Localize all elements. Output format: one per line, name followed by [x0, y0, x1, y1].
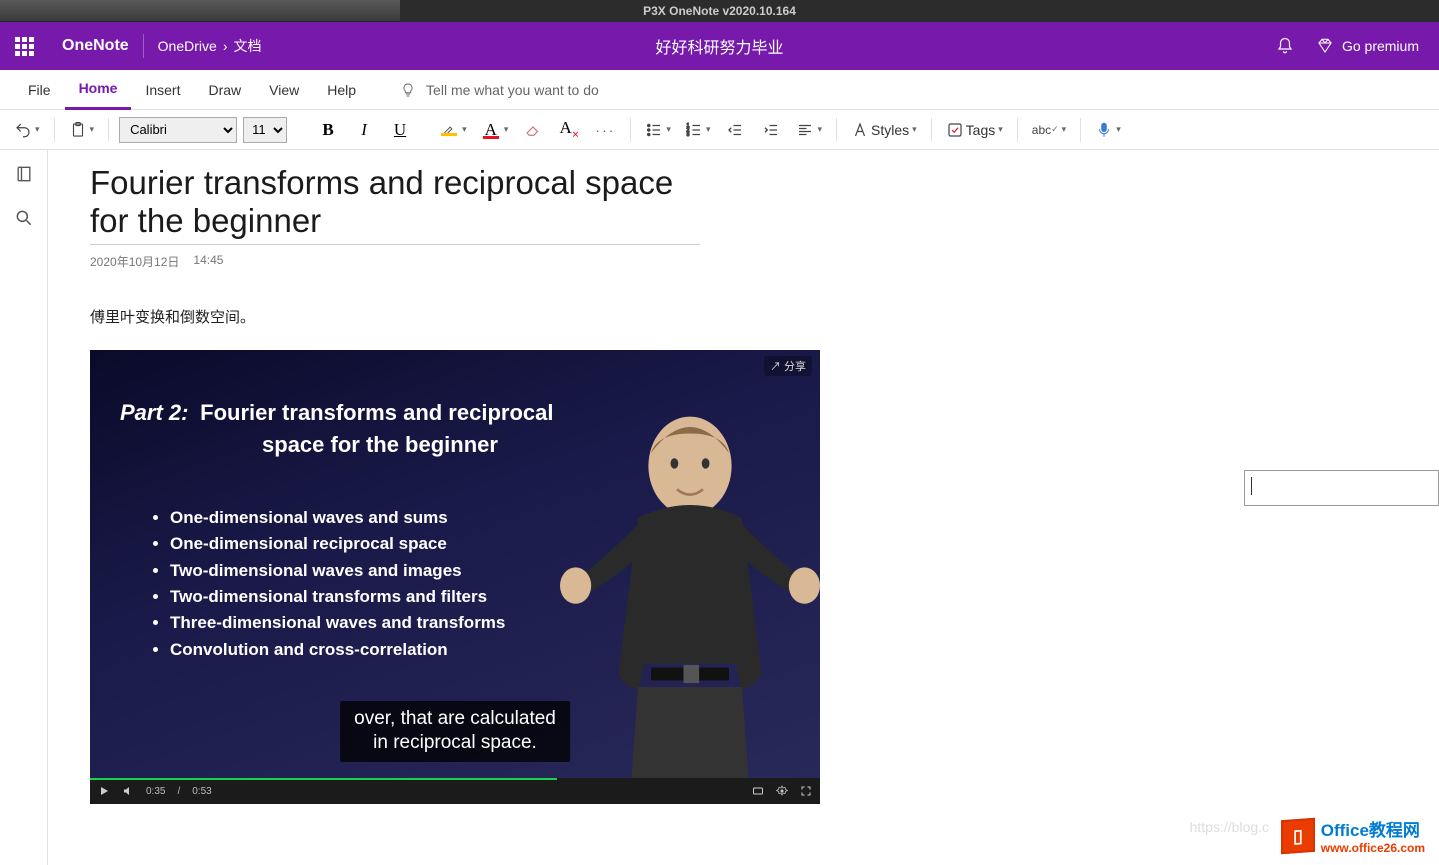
notebook-title[interactable]: 好好科研努力毕业: [655, 34, 783, 58]
fullscreen-icon[interactable]: [800, 785, 812, 797]
indent-icon: [762, 121, 780, 139]
strikethrough-button[interactable]: A✕: [554, 115, 584, 145]
bullet-list-button[interactable]: ▾: [641, 115, 675, 145]
tab-file[interactable]: File: [14, 70, 65, 110]
notebooks-icon[interactable]: [14, 164, 34, 184]
settings-icon[interactable]: [776, 785, 788, 797]
page-date: 2020年10月12日: [90, 253, 179, 270]
indent-button[interactable]: [756, 115, 786, 145]
spellcheck-button[interactable]: abc✓▾: [1028, 115, 1070, 145]
undo-icon: [14, 121, 32, 139]
outdent-icon: [726, 121, 744, 139]
menu-tabs: File Home Insert Draw View Help Tell me …: [0, 70, 1439, 110]
office-logo-icon: ▯: [1281, 817, 1315, 853]
video-controls: 0:35/0:53: [90, 778, 820, 804]
watermark-blog-url: https://blog.c: [1190, 819, 1269, 835]
app-launcher-button[interactable]: [0, 22, 48, 70]
play-icon[interactable]: [98, 785, 110, 797]
eraser-icon: [524, 121, 542, 139]
align-button[interactable]: ▾: [792, 115, 826, 145]
volume-icon[interactable]: [122, 785, 134, 797]
floating-note-container[interactable]: [1244, 470, 1439, 506]
note-body-text[interactable]: 傅里叶变换和倒数空间。: [90, 306, 255, 327]
font-name-select[interactable]: Calibri: [119, 117, 237, 143]
tab-draw[interactable]: Draw: [194, 70, 255, 110]
text-cursor: [1251, 477, 1252, 495]
align-icon: [796, 121, 814, 139]
tell-me-placeholder: Tell me what you want to do: [426, 82, 599, 98]
window-title-bar: P3X OneNote v2020.10.164: [0, 0, 1439, 22]
checkbox-icon: [946, 121, 964, 139]
clear-formatting-button[interactable]: [518, 115, 548, 145]
breadcrumb-leaf[interactable]: 文档: [233, 36, 261, 56]
slide-bullets: One-dimensional waves and sums One-dimen…: [170, 505, 505, 663]
corner-watermark-logo: ▯ Office教程网 www.office26.com: [1281, 816, 1425, 855]
notifications-button[interactable]: [1276, 37, 1294, 55]
breadcrumb[interactable]: OneDrive › 文档: [144, 36, 276, 56]
styles-icon: [851, 121, 869, 139]
tags-button[interactable]: Tags▾: [942, 115, 1007, 145]
left-rail: [0, 150, 48, 865]
tab-home[interactable]: Home: [65, 70, 132, 110]
breadcrumb-separator: ›: [223, 38, 228, 54]
tab-insert[interactable]: Insert: [131, 70, 194, 110]
tell-me-search[interactable]: Tell me what you want to do: [400, 82, 599, 98]
slide-title: Part 2: Fourier transforms and reciproca…: [120, 400, 570, 458]
diamond-icon: [1316, 37, 1334, 55]
undo-button[interactable]: ▾: [10, 115, 44, 145]
number-list-button[interactable]: 123▾: [681, 115, 715, 145]
video-share-button[interactable]: ↗ 分享: [764, 356, 812, 376]
waffle-icon: [15, 37, 34, 56]
styles-button[interactable]: Styles▾: [847, 115, 921, 145]
paste-button[interactable]: ▾: [65, 115, 99, 145]
italic-button[interactable]: I: [349, 115, 379, 145]
highlight-button[interactable]: ▾: [435, 115, 471, 145]
video-time-current: 0:35: [146, 786, 165, 797]
dictate-button[interactable]: ▾: [1091, 115, 1125, 145]
search-icon[interactable]: [14, 208, 34, 228]
lightbulb-icon: [400, 82, 416, 98]
go-premium-button[interactable]: Go premium: [1316, 37, 1419, 55]
video-time-total: 0:53: [192, 786, 211, 797]
go-premium-label: Go premium: [1342, 38, 1419, 54]
embedded-video[interactable]: ↗ 分享 Part 2: Fourier transforms and reci…: [90, 350, 820, 804]
number-list-icon: 123: [685, 121, 703, 139]
bold-button[interactable]: B: [313, 115, 343, 145]
window-title: P3X OneNote v2020.10.164: [643, 4, 796, 18]
clipboard-icon: [69, 121, 87, 139]
page-time: 14:45: [193, 253, 223, 270]
font-color-button[interactable]: A▾: [477, 115, 513, 145]
ribbon-toolbar: ▾ ▾ Calibri 11 B I U ▾ A▾ A✕ ··· ▾ 123▾ …: [0, 110, 1439, 150]
presenter-figure: [550, 388, 820, 778]
microphone-icon: [1095, 121, 1113, 139]
underline-button[interactable]: U: [385, 115, 415, 145]
bell-icon: [1276, 37, 1294, 55]
video-progress-bar[interactable]: [90, 778, 557, 780]
more-formatting-button[interactable]: ···: [590, 115, 620, 145]
page-title[interactable]: Fourier transforms and reciprocal space …: [90, 164, 700, 245]
font-size-select[interactable]: 11: [243, 117, 287, 143]
os-menu-strip: [0, 0, 400, 22]
app-brand[interactable]: OneNote: [48, 34, 144, 58]
page-canvas[interactable]: Fourier transforms and reciprocal space …: [48, 150, 1439, 865]
outdent-button[interactable]: [720, 115, 750, 145]
app-header: OneNote OneDrive › 文档 好好科研努力毕业 Go premiu…: [0, 22, 1439, 70]
page-metadata: 2020年10月12日 14:45: [90, 253, 700, 270]
captions-icon[interactable]: [752, 785, 764, 797]
breadcrumb-root[interactable]: OneDrive: [158, 38, 217, 54]
svg-text:3: 3: [686, 132, 689, 138]
bullet-list-icon: [645, 121, 663, 139]
tab-help[interactable]: Help: [313, 70, 370, 110]
video-caption: over, that are calculated in reciprocal …: [340, 701, 570, 762]
tab-view[interactable]: View: [255, 70, 313, 110]
highlighter-icon: [442, 123, 456, 137]
